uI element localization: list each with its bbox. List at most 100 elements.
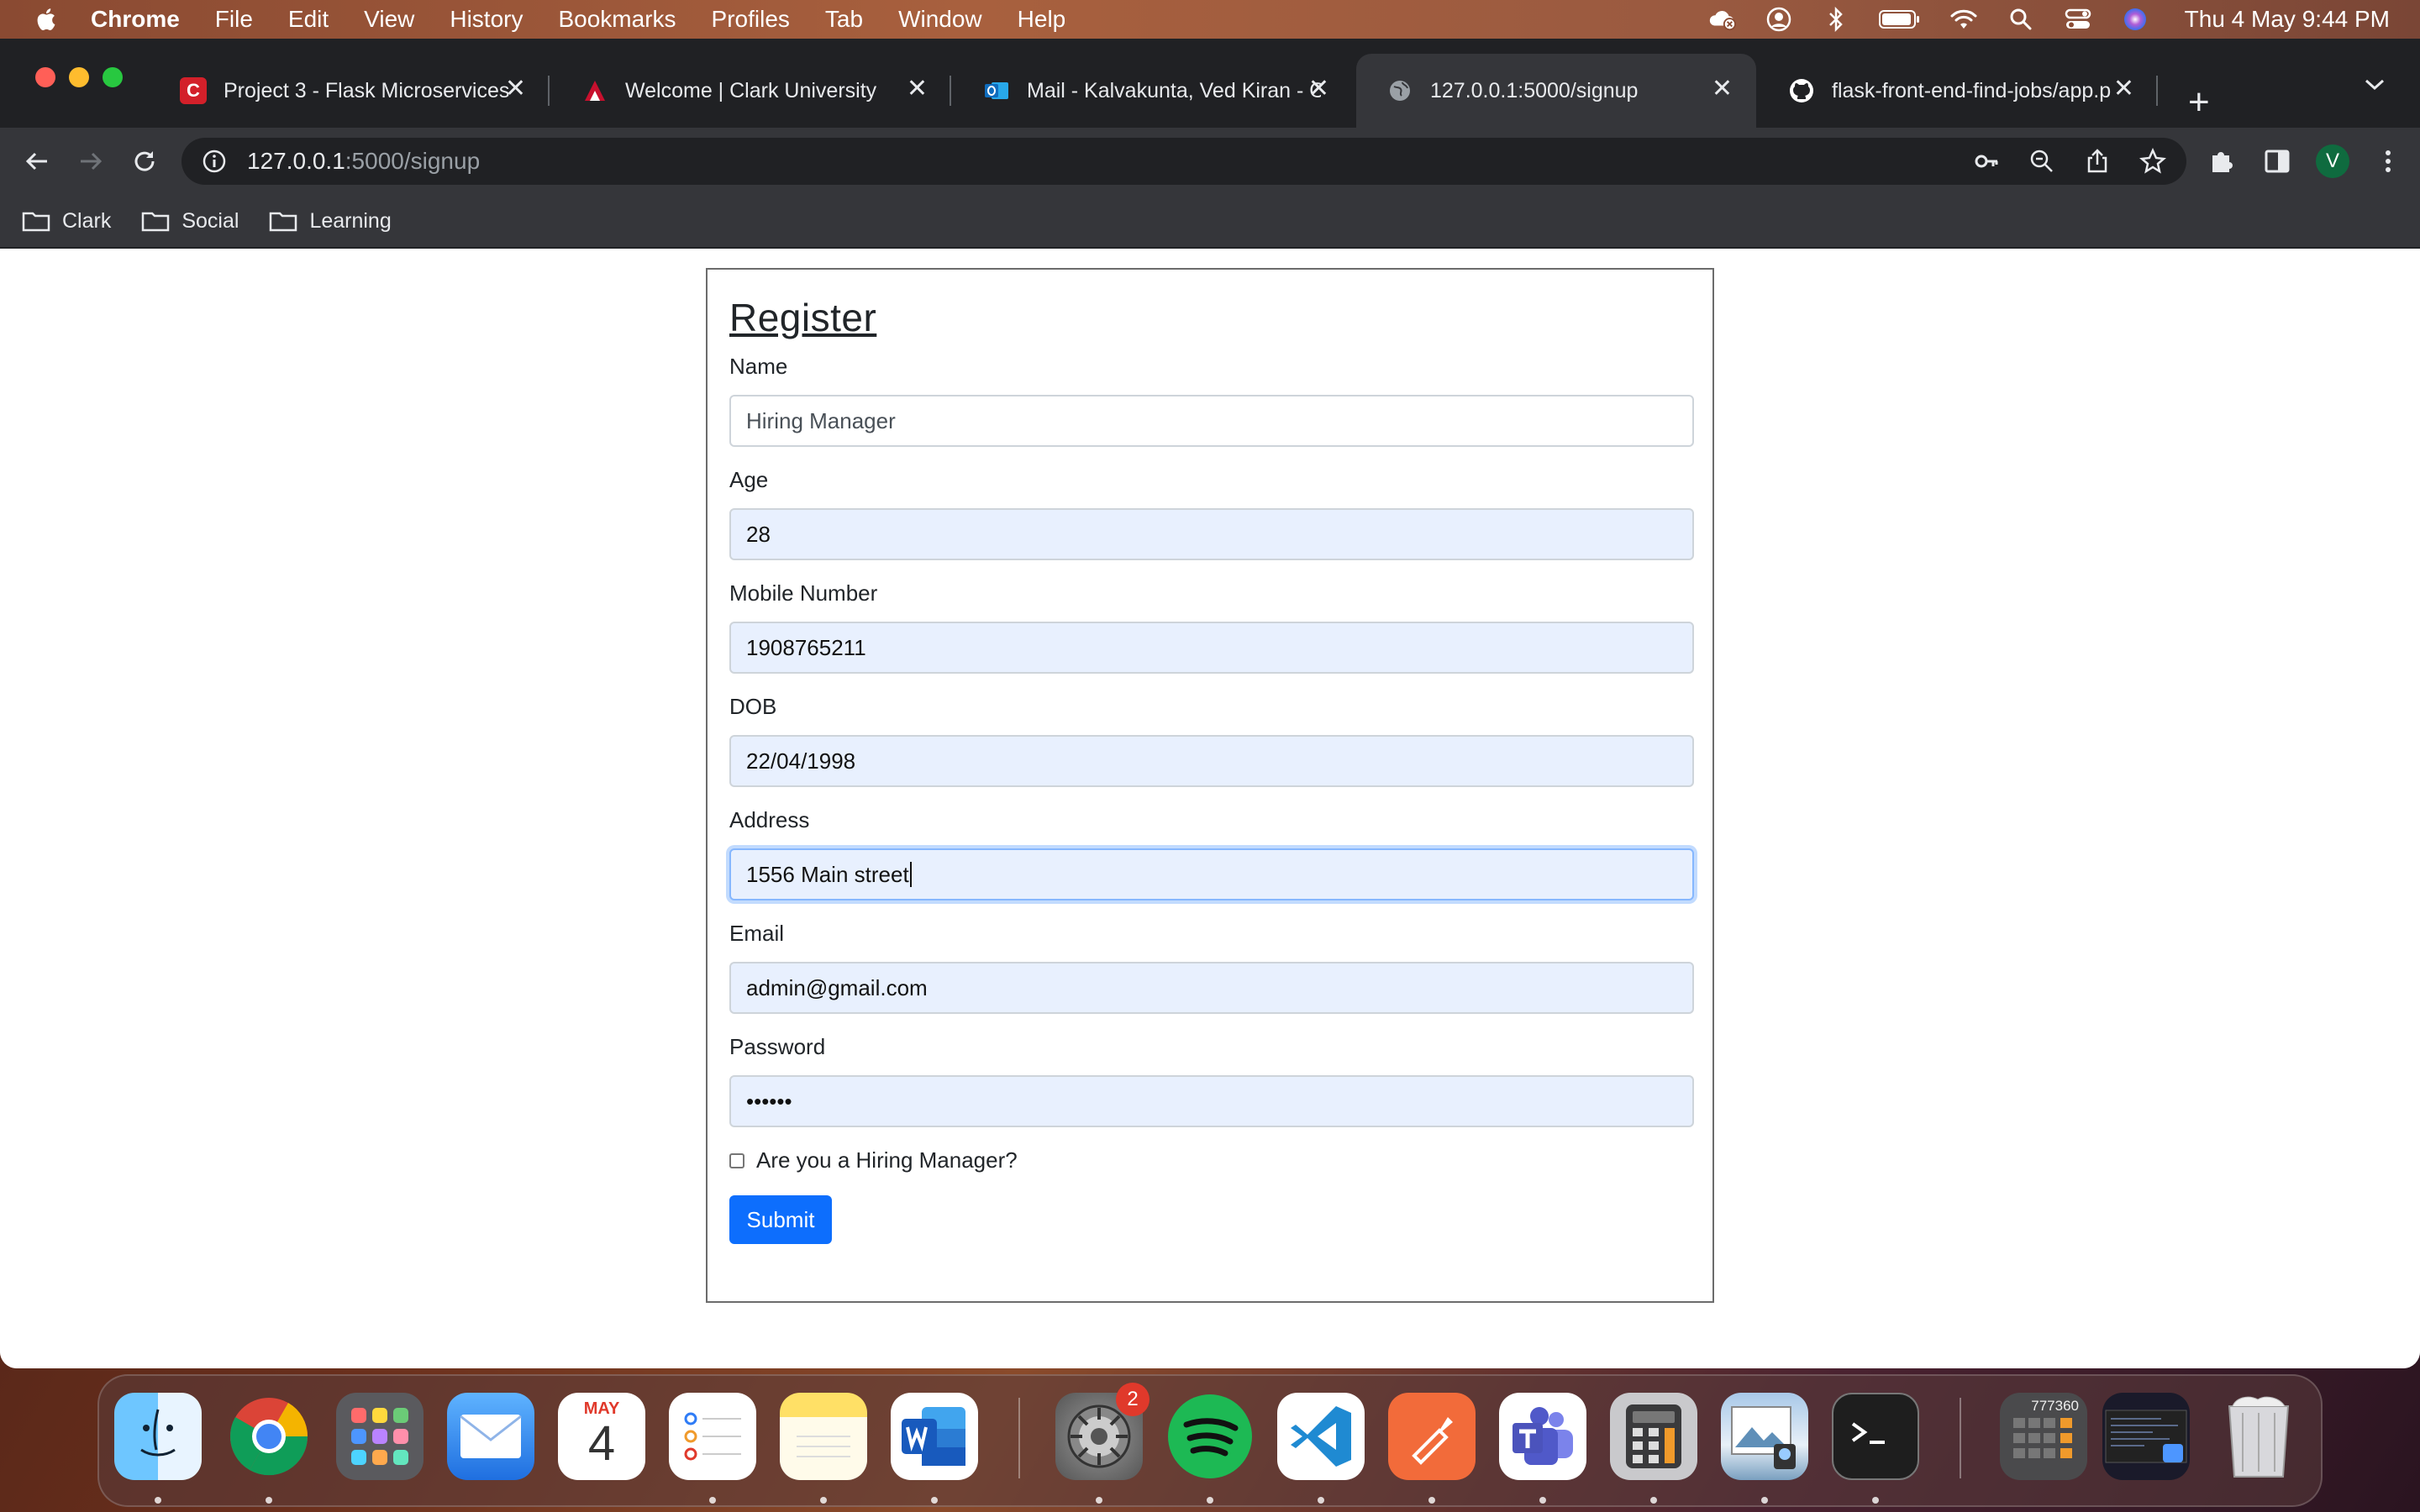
menu-profiles[interactable]: Profiles xyxy=(712,6,790,33)
word-icon[interactable] xyxy=(891,1393,978,1480)
running-indicator xyxy=(1539,1497,1546,1504)
close-window-button[interactable] xyxy=(35,67,55,87)
terminal-window-thumbnail[interactable] xyxy=(2102,1393,2190,1480)
calendar-icon[interactable]: MAY 4 xyxy=(558,1393,645,1480)
dob-input[interactable]: 22/04/1998 xyxy=(729,735,1694,787)
siri-icon[interactable] xyxy=(2121,8,2149,31)
launchpad-icon[interactable] xyxy=(336,1393,424,1480)
reload-icon[interactable] xyxy=(128,144,161,178)
menu-window[interactable]: Window xyxy=(898,6,982,33)
mobile-label: Mobile Number xyxy=(729,580,878,606)
close-tab-icon[interactable]: ✕ xyxy=(505,74,526,103)
calculator-icon[interactable] xyxy=(1610,1393,1697,1480)
tab-github-repo[interactable]: flask-front-end-find-jobs/app.p ✕ xyxy=(1758,54,2158,128)
teams-icon[interactable] xyxy=(1499,1393,1586,1480)
email-input[interactable]: admin@gmail.com xyxy=(729,962,1694,1014)
hiring-manager-checkbox-label[interactable]: Are you a Hiring Manager? xyxy=(756,1147,1018,1173)
close-tab-icon[interactable]: ✕ xyxy=(1308,74,1329,103)
bookmark-folder-clark[interactable]: Clark xyxy=(22,209,111,234)
bookmark-star-icon[interactable] xyxy=(2139,148,2166,175)
apple-icon[interactable] xyxy=(34,7,57,32)
address-field-group: Address 1556 Main street xyxy=(729,807,1694,900)
chrome-icon[interactable] xyxy=(225,1393,313,1480)
url-path: :5000/signup xyxy=(345,148,481,174)
menu-file[interactable]: File xyxy=(215,6,253,33)
terminal-icon[interactable] xyxy=(1832,1393,1919,1480)
battery-icon[interactable] xyxy=(1878,8,1921,31)
system-settings-icon[interactable]: 2 xyxy=(1055,1383,1150,1480)
running-indicator xyxy=(1872,1497,1879,1504)
running-indicator xyxy=(1207,1497,1213,1504)
postman-icon[interactable] xyxy=(1388,1393,1476,1480)
tab-title: Project 3 - Flask Microservices xyxy=(224,78,510,102)
mobile-number-input[interactable]: 1908765211 xyxy=(729,622,1694,674)
age-input[interactable]: 28 xyxy=(729,508,1694,560)
zoom-window-button[interactable] xyxy=(103,67,123,87)
password-input[interactable]: •••••• xyxy=(729,1075,1694,1127)
close-tab-icon[interactable]: ✕ xyxy=(2113,74,2134,103)
menubar-clock[interactable]: Thu 4 May 9:44 PM xyxy=(2185,6,2390,33)
email-label: Email xyxy=(729,921,785,946)
user-account-icon[interactable] xyxy=(1765,7,1793,32)
wifi-icon[interactable] xyxy=(1949,8,1978,31)
hiring-manager-checkbox[interactable] xyxy=(729,1152,744,1168)
running-indicator xyxy=(1650,1497,1657,1504)
running-indicator xyxy=(931,1497,938,1504)
menu-edit[interactable]: Edit xyxy=(288,6,329,33)
menu-tab[interactable]: Tab xyxy=(825,6,863,33)
mail-icon[interactable] xyxy=(447,1393,534,1480)
menu-app-name[interactable]: Chrome xyxy=(91,6,180,33)
tab-clark-university[interactable]: Welcome | Clark University ✕ xyxy=(551,54,951,128)
dock-separator xyxy=(1018,1398,1020,1478)
running-indicator xyxy=(155,1497,161,1504)
key-icon[interactable] xyxy=(1973,148,2000,175)
tab-search-chevron-icon[interactable] xyxy=(2363,76,2386,92)
name-field-group: Name Hiring Manager xyxy=(729,354,1694,447)
spotlight-search-icon[interactable] xyxy=(2007,8,2035,31)
tab-strip: C Project 3 - Flask Microservices ✕ Welc… xyxy=(0,39,2420,128)
kebab-menu-icon[interactable] xyxy=(2371,144,2405,178)
zoom-out-icon[interactable] xyxy=(2028,148,2055,175)
vscode-icon[interactable] xyxy=(1277,1393,1365,1480)
register-form: Register Name Hiring Manager Age 28 Mobi… xyxy=(706,268,1714,1303)
submit-button[interactable]: Submit xyxy=(729,1195,832,1244)
spotify-icon[interactable] xyxy=(1166,1393,1254,1480)
bluetooth-icon[interactable] xyxy=(1822,7,1850,32)
profile-avatar[interactable]: V xyxy=(2316,144,2349,178)
reminders-icon[interactable] xyxy=(669,1393,756,1480)
address-bar[interactable]: 127.0.0.1:5000/signup xyxy=(182,138,2186,185)
trash-icon[interactable] xyxy=(2215,1393,2302,1480)
tab-divider xyxy=(950,76,951,106)
bookmark-folder-learning[interactable]: Learning xyxy=(269,209,392,234)
address-input[interactable]: 1556 Main street xyxy=(729,848,1694,900)
menu-history[interactable]: History xyxy=(450,6,523,33)
control-center-icon[interactable] xyxy=(2064,8,2092,31)
minimize-window-button[interactable] xyxy=(69,67,89,87)
dob-value: 22/04/1998 xyxy=(746,748,856,774)
extensions-puzzle-icon[interactable] xyxy=(2205,144,2238,178)
back-arrow-icon[interactable] xyxy=(20,144,54,178)
email-value: admin@gmail.com xyxy=(746,974,928,1000)
site-info-icon[interactable] xyxy=(202,149,227,174)
tab-signup-active[interactable]: 127.0.0.1:5000/signup ✕ xyxy=(1356,54,1756,128)
tab-outlook-mail[interactable]: Mail - Kalvakunta, Ved Kiran - O ✕ xyxy=(953,54,1353,128)
globe-icon xyxy=(1386,77,1413,104)
calculator-window-thumbnail[interactable]: 777360 xyxy=(2000,1393,2087,1480)
side-panel-icon[interactable] xyxy=(2260,144,2294,178)
age-value: 28 xyxy=(746,521,771,547)
new-tab-button[interactable]: + xyxy=(2188,84,2210,121)
notes-icon[interactable] xyxy=(780,1393,867,1480)
share-icon[interactable] xyxy=(2084,148,2111,175)
finder-icon[interactable] xyxy=(114,1393,202,1480)
menu-view[interactable]: View xyxy=(364,6,414,33)
menu-bookmarks[interactable]: Bookmarks xyxy=(558,6,676,33)
close-tab-icon[interactable]: ✕ xyxy=(907,74,928,103)
close-tab-icon[interactable]: ✕ xyxy=(1712,74,1733,103)
menu-help[interactable]: Help xyxy=(1018,6,1066,33)
tab-project-3[interactable]: C Project 3 - Flask Microservices ✕ xyxy=(150,54,550,128)
cloud-sync-icon[interactable] xyxy=(1707,8,1736,31)
bookmark-folder-social[interactable]: Social xyxy=(141,209,239,234)
name-input[interactable]: Hiring Manager xyxy=(729,395,1694,447)
forward-arrow-icon[interactable] xyxy=(74,144,108,178)
preview-icon[interactable] xyxy=(1721,1393,1808,1480)
